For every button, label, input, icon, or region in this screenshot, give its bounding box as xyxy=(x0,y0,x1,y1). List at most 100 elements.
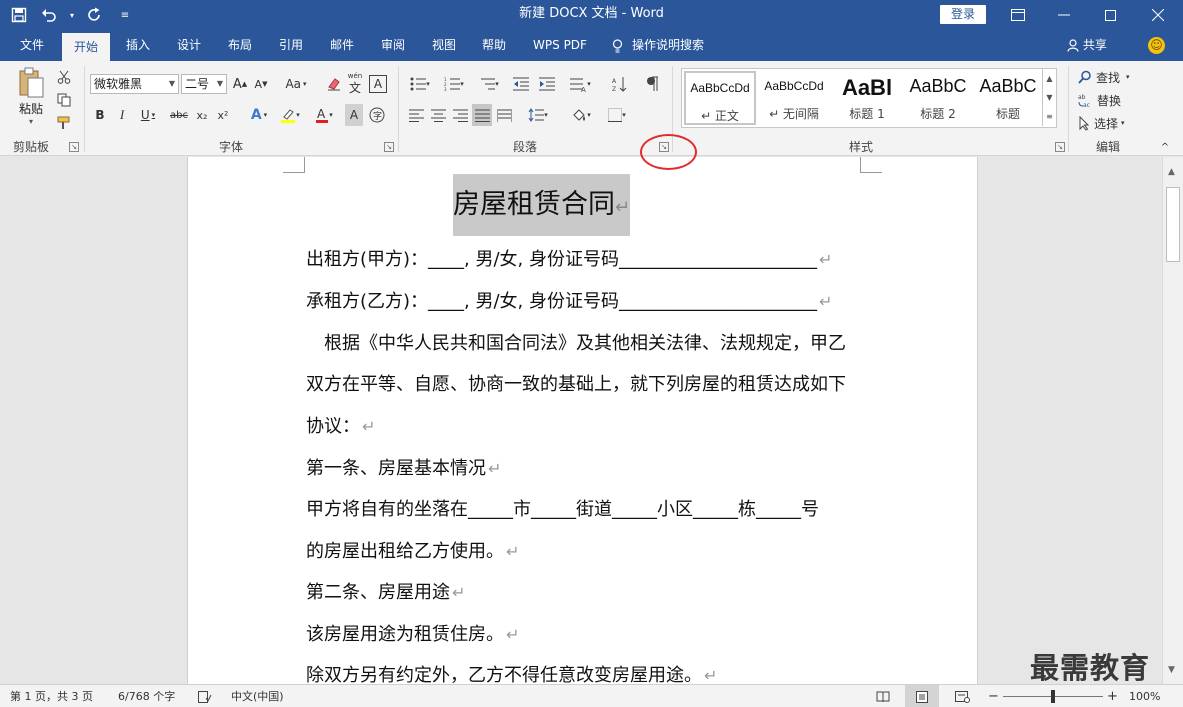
increase-indent-icon[interactable] xyxy=(537,73,557,95)
styles-scroll-up-icon[interactable]: ▲ xyxy=(1042,69,1056,88)
zoom-slider-thumb[interactable] xyxy=(1051,690,1055,703)
clipboard-launcher-icon[interactable]: ↘ xyxy=(69,142,79,152)
tell-me-search[interactable]: 操作说明搜索 xyxy=(612,30,724,61)
word-count[interactable]: 6/768 个字 xyxy=(118,685,175,707)
tab-home[interactable]: 开始 xyxy=(62,33,110,61)
font-color-icon[interactable]: A ▾ xyxy=(310,104,338,126)
language[interactable]: 中文(中国) xyxy=(231,685,284,707)
web-layout-icon[interactable] xyxy=(955,685,970,707)
document-page[interactable]: 房屋租赁合同↵ 出租方(甲方)：____, 男/女, 身份证号码________… xyxy=(187,157,978,684)
text-effects-icon[interactable]: A ▾ xyxy=(245,104,273,126)
superscript-button[interactable]: x² xyxy=(214,104,232,126)
format-painter-icon[interactable] xyxy=(54,112,74,134)
align-left-icon[interactable] xyxy=(406,104,426,126)
character-shading-icon[interactable]: A xyxy=(345,104,363,126)
grow-font-icon[interactable]: A ▲ xyxy=(231,73,249,95)
document-line[interactable]: 第二条、房屋用途 ↵ xyxy=(306,578,465,604)
multilevel-list-icon[interactable]: ▾ xyxy=(474,73,504,95)
change-case-button[interactable]: Aa ▾ xyxy=(281,73,311,95)
minimize-icon[interactable] xyxy=(1041,0,1087,30)
document-line[interactable]: 该房屋用途为租赁住房。 ↵ xyxy=(306,620,519,646)
bold-button[interactable]: B xyxy=(91,104,109,126)
collapse-ribbon-icon[interactable]: ^ xyxy=(1158,141,1172,153)
proofing-icon[interactable] xyxy=(198,685,212,707)
tab-wps-pdf[interactable]: WPS PDF xyxy=(526,30,594,61)
style-heading-1[interactable]: AaBl 标题 1 xyxy=(831,71,903,125)
style-title[interactable]: AaBbC 标题 xyxy=(972,71,1044,125)
styles-scroll-down-icon[interactable]: ▼ xyxy=(1042,88,1056,107)
chinese-layout-icon[interactable]: A ▾ xyxy=(563,73,597,95)
zoom-out-icon[interactable]: − xyxy=(988,685,999,707)
tab-insert[interactable]: 插入 xyxy=(114,30,162,61)
document-title[interactable]: 房屋租赁合同↵ xyxy=(453,174,631,236)
decrease-indent-icon[interactable] xyxy=(511,73,531,95)
customize-qat-icon[interactable]: ≡ xyxy=(114,4,136,26)
feedback-smiley-icon[interactable]: ☺ xyxy=(1148,37,1165,54)
font-launcher-icon[interactable]: ↘ xyxy=(384,142,394,152)
italic-button[interactable]: I xyxy=(113,104,131,126)
tab-design[interactable]: 设计 xyxy=(165,30,213,61)
maximize-icon[interactable] xyxy=(1087,0,1133,30)
save-icon[interactable] xyxy=(8,4,30,26)
shading-icon[interactable]: ▾ xyxy=(566,104,596,126)
style-no-spacing[interactable]: AaBbCcDd ↵ 无间隔 xyxy=(758,71,830,125)
styles-launcher-icon[interactable]: ↘ xyxy=(1055,142,1065,152)
document-line[interactable]: 第一条、房屋基本情况 ↵ xyxy=(306,454,501,480)
line-spacing-icon[interactable]: ▾ xyxy=(524,104,552,126)
read-mode-icon[interactable] xyxy=(876,685,890,707)
subscript-button[interactable]: x₂ xyxy=(193,104,211,126)
shrink-font-icon[interactable]: A ▼ xyxy=(252,73,270,95)
styles-more-icon[interactable]: ≡ xyxy=(1042,107,1056,126)
numbering-icon[interactable]: 1 2 3 ▾ xyxy=(440,73,468,95)
clear-formatting-icon[interactable] xyxy=(324,73,344,95)
show-hide-marks-icon[interactable] xyxy=(641,73,663,95)
borders-icon[interactable]: ▾ xyxy=(602,104,632,126)
document-line[interactable]: 除双方另有约定外，乙方不得任意改变房屋用途。 ↵ xyxy=(306,661,717,684)
tab-references[interactable]: 引用 xyxy=(267,30,315,61)
document-line[interactable]: 根据《中华人民共和国合同法》及其他相关法律、法规规定，甲乙 xyxy=(306,329,846,355)
zoom-in-icon[interactable]: + xyxy=(1107,685,1118,707)
scroll-up-icon[interactable]: ▲ xyxy=(1168,167,1175,177)
print-layout-icon[interactable] xyxy=(905,685,939,707)
font-name-combo[interactable]: 微软雅黑 ▼ xyxy=(90,74,179,94)
close-icon[interactable] xyxy=(1133,0,1183,30)
tab-mailings[interactable]: 邮件 xyxy=(318,30,366,61)
copy-icon[interactable] xyxy=(54,89,74,111)
sort-icon[interactable]: AZ xyxy=(609,73,631,95)
align-right-icon[interactable] xyxy=(450,104,470,126)
tab-layout[interactable]: 布局 xyxy=(216,30,264,61)
zoom-level[interactable]: 100% xyxy=(1129,685,1160,707)
paste-button[interactable]: 粘贴 ▾ xyxy=(10,67,52,129)
page-count[interactable]: 第 1 页，共 3 页 xyxy=(10,685,93,707)
share-button[interactable]: 共享 xyxy=(1067,30,1107,61)
cut-icon[interactable] xyxy=(54,66,74,88)
enclose-characters-icon[interactable]: 字 xyxy=(367,104,387,126)
scrollbar-thumb[interactable] xyxy=(1166,187,1180,262)
style-normal[interactable]: AaBbCcDd ↵ 正文 xyxy=(684,71,756,125)
document-line[interactable]: 的房屋出租给乙方使用。 ↵ xyxy=(306,537,519,563)
document-line[interactable]: 双方在平等、自愿、协商一致的基础上，就下列房屋的租赁达成如下 xyxy=(306,370,846,396)
replace-button[interactable]: ab ac 替换 xyxy=(1078,89,1144,111)
find-button[interactable]: 查找 ▾ xyxy=(1078,66,1144,88)
scroll-down-icon[interactable]: ▼ xyxy=(1168,665,1175,675)
align-center-icon[interactable] xyxy=(428,104,448,126)
highlight-color-icon[interactable]: ▾ xyxy=(276,104,304,126)
justify-icon[interactable] xyxy=(472,104,492,126)
font-size-combo[interactable]: 二号 ▼ xyxy=(181,74,227,94)
ribbon-display-options-icon[interactable] xyxy=(995,0,1041,30)
style-heading-2[interactable]: AaBbC 标题 2 xyxy=(902,71,974,125)
character-border-button[interactable]: A xyxy=(369,75,387,93)
tab-review[interactable]: 审阅 xyxy=(369,30,417,61)
document-line[interactable]: 协议： ↵ xyxy=(306,412,375,438)
document-line[interactable]: 甲方将自有的坐落在_____市_____街道_____小区_____栋_____… xyxy=(306,495,819,521)
tab-file[interactable]: 文件 xyxy=(8,30,56,61)
document-line[interactable]: 出租方(甲方)：____, 男/女, 身份证号码________________… xyxy=(306,245,832,271)
document-line[interactable]: 承租方(乙方)：____, 男/女, 身份证号码________________… xyxy=(306,287,832,313)
phonetic-guide-icon[interactable]: wén 文 xyxy=(346,72,364,95)
tab-help[interactable]: 帮助 xyxy=(470,30,518,61)
undo-icon[interactable] xyxy=(38,4,60,26)
vertical-scrollbar[interactable]: ▲ ▼ xyxy=(1162,157,1183,684)
tab-view[interactable]: 视图 xyxy=(420,30,468,61)
select-button[interactable]: 选择 ▾ xyxy=(1078,112,1144,134)
strikethrough-button[interactable]: abc xyxy=(168,104,190,126)
